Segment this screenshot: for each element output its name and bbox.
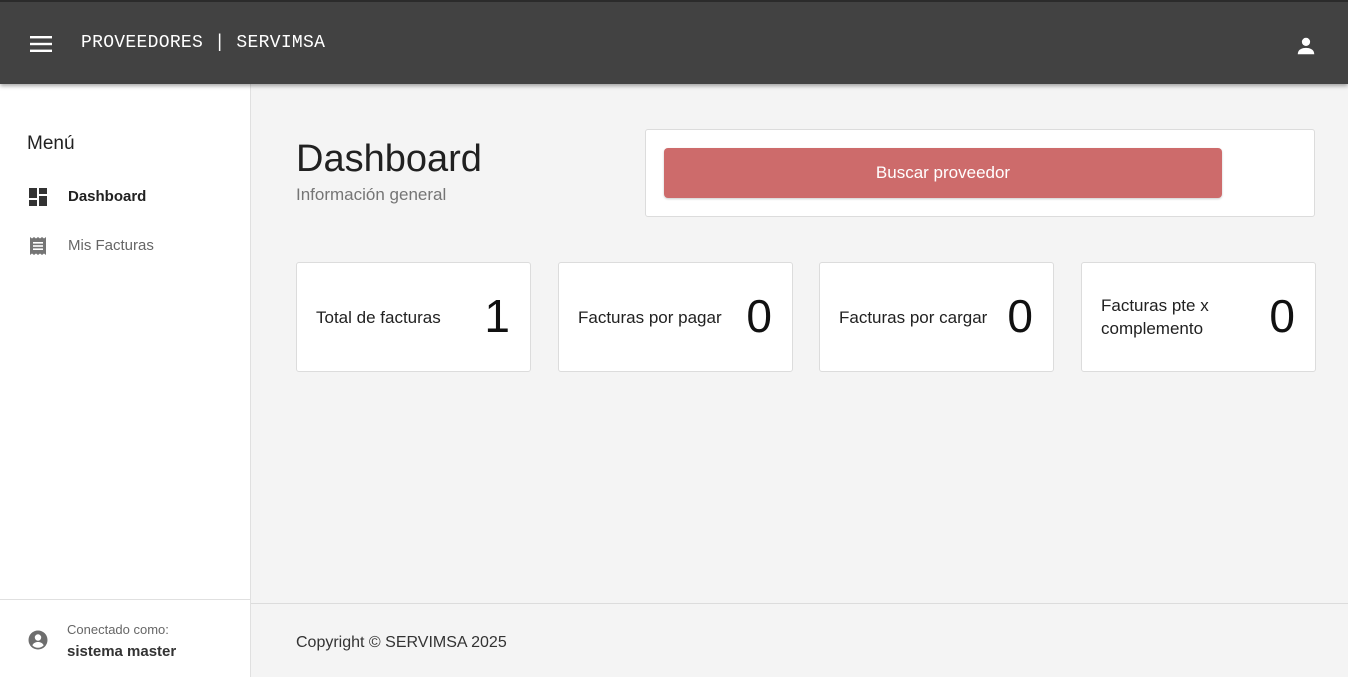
connected-user-name: sistema master	[67, 643, 177, 660]
menu-button[interactable]	[24, 26, 58, 62]
copyright-text: Copyright © SERVIMSA 2025	[296, 634, 507, 651]
sidebar-item-label: Mis Facturas	[68, 237, 154, 254]
top-app-bar: PROVEEDORES | SERVIMSA	[0, 0, 1348, 84]
menu-icon	[30, 36, 52, 52]
stat-label: Facturas pte x complemento	[1101, 296, 1209, 338]
stat-card-facturas-por-pagar: Facturas por pagar 0	[558, 262, 793, 372]
receipt-icon	[30, 237, 46, 255]
search-card: Buscar proveedor	[645, 129, 1315, 217]
stat-card-facturas-por-cargar: Facturas por cargar 0	[819, 262, 1054, 372]
sidebar-item-mis-facturas[interactable]: Mis Facturas	[0, 226, 250, 266]
connected-as-label: Conectado como:	[67, 622, 169, 637]
page-subtitle: Información general	[296, 185, 447, 204]
app-title: PROVEEDORES | SERVIMSA	[81, 33, 326, 53]
search-provider-button[interactable]: Buscar proveedor	[664, 148, 1222, 198]
sidebar-item-dashboard[interactable]: Dashboard	[0, 177, 250, 217]
stat-value: 1	[484, 290, 510, 342]
page-footer: Copyright © SERVIMSA 2025	[251, 603, 1348, 677]
user-menu-button[interactable]	[1289, 29, 1323, 63]
stat-value: 0	[1007, 290, 1033, 342]
stat-value: 0	[1269, 290, 1295, 342]
page-title: Dashboard	[296, 138, 482, 180]
account-circle-icon	[28, 630, 48, 650]
stat-label: Facturas por pagar	[578, 307, 722, 327]
sidebar-heading: Menú	[27, 133, 75, 154]
stat-card-facturas-pte-complemento: Facturas pte x complemento 0	[1081, 262, 1316, 372]
stat-label: Total de facturas	[316, 307, 441, 327]
stat-label: Facturas por cargar	[839, 307, 988, 327]
stat-value: 0	[746, 290, 772, 342]
dashboard-icon	[29, 188, 47, 206]
sidebar-user-info: Conectado como: sistema master	[0, 599, 250, 677]
stat-card-total-facturas: Total de facturas 1	[296, 262, 531, 372]
sidebar-item-label: Dashboard	[68, 188, 147, 205]
person-icon	[1297, 37, 1315, 55]
sidebar: Menú Dashboard Mis Facturas Conectado co…	[0, 84, 251, 677]
